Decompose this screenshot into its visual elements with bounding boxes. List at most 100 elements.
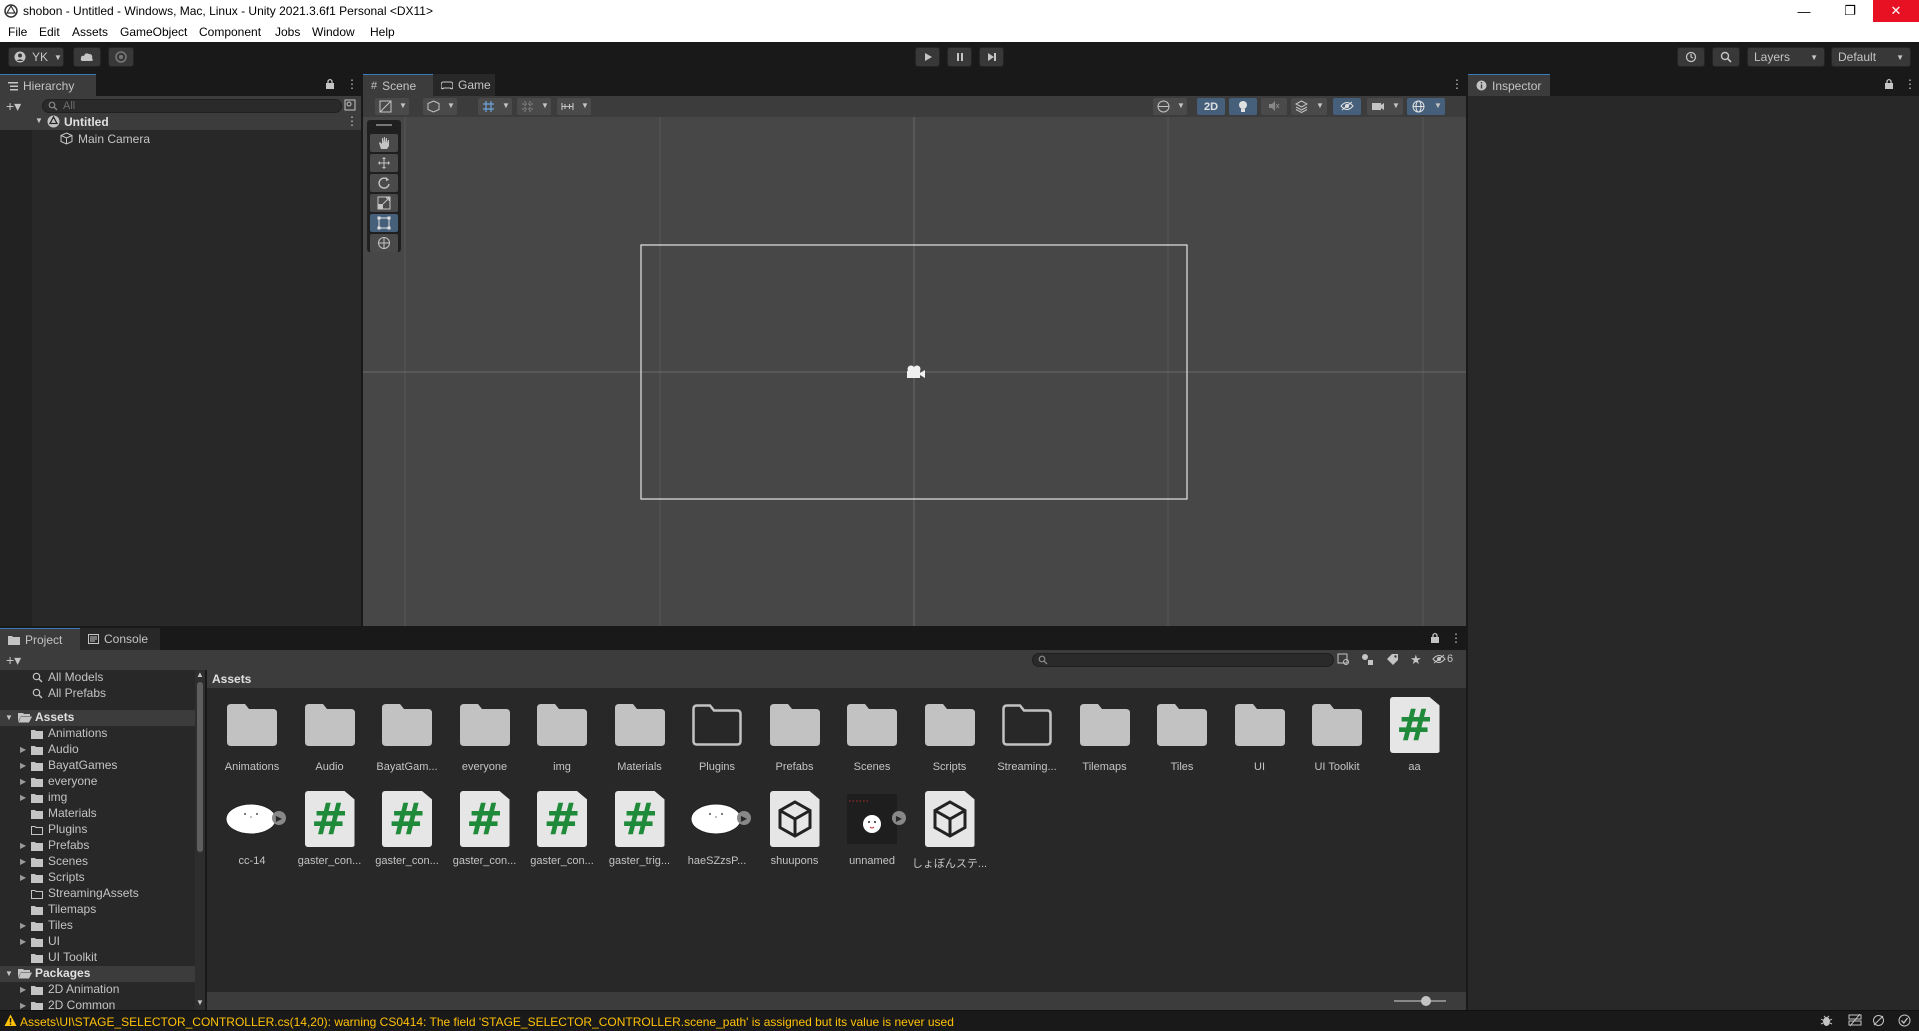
filter-type-icon[interactable]: [1361, 653, 1374, 666]
gizmos-dropdown[interactable]: ▼: [1407, 98, 1445, 115]
progress-check-icon[interactable]: [1898, 1014, 1911, 1027]
grid-snap-dropdown[interactable]: ▼: [478, 98, 512, 115]
search-button[interactable]: [1712, 47, 1740, 67]
asset-tile[interactable]: Streaming...: [989, 697, 1065, 773]
icon-size-slider[interactable]: [1394, 1000, 1446, 1002]
asset-tile[interactable]: everyone: [447, 697, 523, 773]
undo-history-button[interactable]: [1677, 47, 1705, 67]
auto-generate-lighting-icon[interactable]: [1872, 1014, 1885, 1027]
toggle-2d-button[interactable]: 2D: [1197, 98, 1225, 115]
layers-dropdown[interactable]: Layers ▼: [1747, 47, 1825, 67]
chevron-right-icon[interactable]: ▶: [20, 761, 26, 770]
rotate-tool-button[interactable]: [370, 174, 398, 192]
hand-tool-button[interactable]: [370, 134, 398, 152]
asset-tile[interactable]: Scripts: [912, 697, 988, 773]
add-plus-icon[interactable]: +▾: [6, 652, 21, 669]
lock-icon[interactable]: [1430, 632, 1440, 644]
render-mode-dropdown[interactable]: ▼: [423, 98, 457, 115]
tab-project[interactable]: Project: [0, 628, 80, 650]
scroll-down-icon[interactable]: ▼: [196, 998, 204, 1007]
lock-icon[interactable]: [325, 78, 335, 90]
tree-folder-assets[interactable]: ▼ Assets: [0, 710, 195, 726]
add-plus-icon[interactable]: +▾: [6, 98, 21, 115]
hierarchy-item[interactable]: Main Camera: [0, 131, 361, 147]
minimize-button[interactable]: —: [1781, 0, 1827, 22]
menu-assets[interactable]: Assets: [72, 25, 108, 39]
rect-tool-button[interactable]: [370, 214, 398, 232]
asset-tile[interactable]: BayatGam...: [369, 697, 445, 773]
layout-dropdown[interactable]: Default ▼: [1831, 47, 1911, 67]
move-tool-button[interactable]: [370, 154, 398, 172]
asset-tile[interactable]: Materials: [602, 697, 678, 773]
asset-tile[interactable]: UI Toolkit: [1299, 697, 1375, 773]
chevron-right-icon[interactable]: ▶: [20, 985, 26, 994]
kebab-menu-icon[interactable]: ⋮: [1451, 77, 1463, 91]
hierarchy-search-input[interactable]: All: [42, 99, 342, 113]
search-by-type-icon[interactable]: [1337, 653, 1350, 666]
account-dropdown[interactable]: YK ▼: [8, 47, 64, 67]
chevron-right-icon[interactable]: ▶: [20, 777, 26, 786]
scene-search-icon[interactable]: [344, 99, 356, 111]
breadcrumb-assets[interactable]: Assets: [212, 672, 251, 686]
lock-icon[interactable]: [1884, 78, 1894, 90]
shading-dropdown[interactable]: ▼: [1153, 98, 1187, 115]
step-button[interactable]: [979, 47, 1004, 67]
chevron-right-icon[interactable]: ▶: [20, 937, 26, 946]
chevron-right-icon[interactable]: ▶: [20, 857, 26, 866]
tab-game[interactable]: Game: [433, 74, 495, 96]
asset-tile[interactable]: # gaster_con...: [524, 791, 600, 867]
scrollbar-thumb[interactable]: [197, 682, 203, 852]
favorite-star-icon[interactable]: ★: [1410, 652, 1422, 668]
asset-tile[interactable]: Tiles: [1144, 697, 1220, 773]
chevron-right-icon[interactable]: ▶: [20, 1001, 26, 1010]
restore-button[interactable]: ❐: [1827, 0, 1873, 22]
kebab-menu-icon[interactable]: ⋮: [1450, 631, 1462, 645]
asset-tile[interactable]: # gaster_con...: [292, 791, 368, 867]
chevron-right-icon[interactable]: ▶: [20, 745, 26, 754]
slider-handle[interactable]: [1421, 996, 1431, 1006]
chevron-down-icon[interactable]: ▼: [5, 969, 13, 978]
asset-tile[interactable]: # aa: [1377, 697, 1453, 773]
lighting-toggle[interactable]: [1229, 98, 1257, 115]
tab-inspector[interactable]: Inspector: [1468, 74, 1550, 96]
hidden-packages-toggle[interactable]: 6: [1432, 653, 1453, 665]
hierarchy-scene-row[interactable]: ▼ Untitled ⋮: [0, 114, 361, 130]
draw-mode-dropdown[interactable]: ▼: [375, 98, 409, 115]
menu-edit[interactable]: Edit: [39, 25, 60, 39]
chevron-down-icon[interactable]: ▼: [35, 116, 43, 125]
asset-tile[interactable]: shuupons: [757, 791, 833, 867]
asset-tile[interactable]: # gaster_con...: [369, 791, 445, 867]
kebab-menu-icon[interactable]: ⋮: [346, 114, 358, 128]
kebab-menu-icon[interactable]: ⋮: [346, 77, 358, 91]
asset-tile[interactable]: Scenes: [834, 697, 910, 773]
asset-tile[interactable]: Audio: [292, 697, 368, 773]
kebab-menu-icon[interactable]: ⋮: [1904, 77, 1916, 91]
pause-button[interactable]: [947, 47, 972, 67]
cache-server-icon[interactable]: [1848, 1014, 1862, 1027]
camera-gizmo-icon[interactable]: [904, 364, 926, 380]
chevron-right-icon[interactable]: ▶: [20, 873, 26, 882]
asset-tile[interactable]: img: [524, 697, 600, 773]
ruler-dropdown[interactable]: ▼: [557, 98, 591, 115]
camera-settings-dropdown[interactable]: ▼: [1367, 98, 1403, 115]
asset-tile[interactable]: ▶ haeSZzsP...: [679, 791, 755, 867]
tree-folder-packages[interactable]: ▼ Packages: [0, 966, 195, 982]
menu-component[interactable]: Component: [199, 25, 261, 39]
collab-button[interactable]: [108, 47, 134, 67]
asset-tile[interactable]: Tilemaps: [1067, 697, 1143, 773]
asset-tile[interactable]: Prefabs: [757, 697, 833, 773]
menu-file[interactable]: File: [8, 25, 27, 39]
console-status-message[interactable]: Assets\UI\STAGE_SELECTOR_CONTROLLER.cs(1…: [20, 1015, 954, 1029]
effects-dropdown[interactable]: ▼: [1291, 98, 1327, 115]
tab-hierarchy[interactable]: Hierarchy: [0, 74, 96, 96]
project-search-input[interactable]: [1032, 653, 1334, 667]
menu-help[interactable]: Help: [370, 25, 395, 39]
play-button[interactable]: [915, 47, 940, 67]
chevron-right-icon[interactable]: ▶: [20, 841, 26, 850]
scroll-up-icon[interactable]: ▲: [196, 670, 204, 679]
chevron-down-icon[interactable]: ▼: [5, 713, 13, 722]
asset-tile[interactable]: # gaster_con...: [447, 791, 523, 867]
tree-scrollbar[interactable]: ▲ ▼: [195, 670, 205, 1010]
label-tag-icon[interactable]: [1386, 653, 1399, 666]
asset-tile[interactable]: ﾟﾟﾟﾟﾟﾟ ▶ unnamed: [834, 791, 910, 867]
